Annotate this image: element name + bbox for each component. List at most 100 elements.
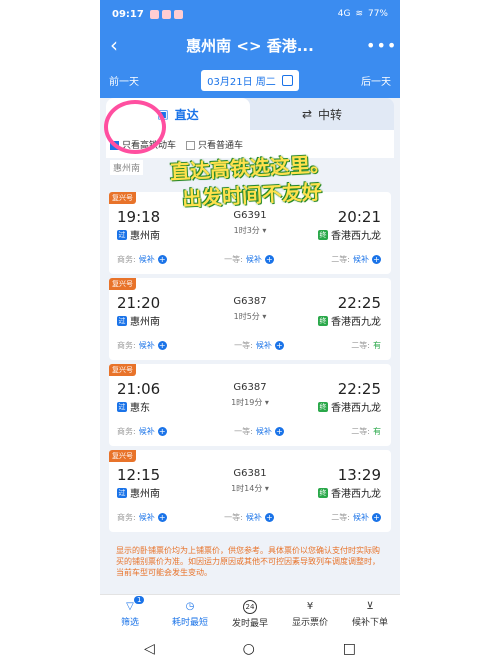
seat-row: 商务: 候补 + 一等: 候补 + 二等: 候补 + [117,512,381,523]
arrival-station: 终香港西九龙 [318,399,381,414]
seat-row: 商务: 候补 + 一等: 候补 + 二等: 有 [117,340,381,351]
seat-label: 商务: [117,341,136,350]
seat-first[interactable]: 一等: 候补 + [224,512,274,523]
seat-value: 有 [372,427,381,436]
notification-icon [161,9,171,19]
nav-filter[interactable]: 1 ▽ 筛选 [100,595,160,633]
add-icon: + [157,341,167,350]
arrival-station-name: 香港西九龙 [331,489,381,500]
tab-transfer-label: 中转 [318,107,343,122]
pass-tag: 过 [117,401,127,412]
calendar-icon [281,74,293,86]
seat-label: 商务: [117,513,136,522]
seat-label: 一等: [224,255,243,264]
departure-station: 过惠州南 [117,313,160,328]
seat-row: 商务: 候补 + 一等: 候补 + 二等: 有 [117,426,381,437]
fuxing-badge: 复兴号 [109,450,136,462]
nav-price[interactable]: ¥ 显示票价 [280,595,340,633]
date-picker[interactable]: 03月21日 周二 [201,69,299,91]
signal-indicator: 4G [337,9,351,19]
seat-label: 一等: [234,341,253,350]
seat-second[interactable]: 二等: 有 [351,426,381,437]
add-icon: + [274,427,284,436]
seat-value: 候补 [255,341,272,350]
nav-earliest[interactable]: 24 发时最早 [220,595,280,633]
departure-station: 过惠东 [117,399,150,414]
seat-value: 候补 [245,255,262,264]
terminal-tag: 终 [318,229,328,240]
terminal-tag: 终 [318,487,328,498]
notification-icon [173,9,183,19]
seat-second[interactable]: 二等: 有 [351,340,381,351]
seat-second[interactable]: 二等: 候补 + [331,254,381,265]
seat-label: 商务: [117,255,136,264]
arrival-time: 13:29 [337,466,381,484]
arrival-station-name: 香港西九龙 [331,403,381,414]
back-icon[interactable]: ‹ [110,33,134,57]
seat-value: 候补 [138,255,155,264]
prev-day-button[interactable]: 前一天 [109,73,139,88]
title-bar: ‹ 惠州南 <> 香港... ••• [100,28,400,62]
seat-value: 候补 [138,427,155,436]
nav-price-label: 显示票价 [291,618,328,628]
seat-label: 一等: [234,427,253,436]
wifi-icon: ≋ [355,9,363,19]
train-card[interactable]: 复兴号 12:15 G6381 1时14分 ▾ 13:29 过惠州南 终香港西九… [109,450,391,532]
add-icon: + [264,513,274,522]
seat-business[interactable]: 商务: 候补 + [117,340,167,351]
seat-first[interactable]: 一等: 候补 + [224,254,274,265]
nav-filter-label: 筛选 [120,618,139,628]
seat-label: 一等: [224,513,243,522]
system-nav: ◁ ○ □ [100,632,400,666]
train-card[interactable]: 复兴号 21:06 G6387 1时19分 ▾ 22:25 过惠东 终香港西九龙… [109,364,391,446]
filter-putong[interactable]: 只看普通车 [186,138,243,151]
seat-second[interactable]: 二等: 候补 + [331,512,381,523]
terminal-tag: 终 [318,315,328,326]
seat-row: 商务: 候补 + 一等: 候补 + 二等: 候补 + [117,254,381,265]
train-card[interactable]: 复兴号 21:20 G6387 1时5分 ▾ 22:25 过惠州南 终香港西九龙… [109,278,391,360]
tab-transfer[interactable]: ⇄ 中转 [250,98,394,130]
arrival-time: 22:25 [337,380,381,398]
clock-24-icon: 24 [243,599,257,614]
next-day-button[interactable]: 后一天 [361,73,391,88]
page-title: 惠州南 <> 香港... [186,36,314,55]
filter-count-badge: 1 [134,596,145,604]
departure-station-name: 惠州南 [130,317,160,328]
seat-label: 二等: [331,255,350,264]
pass-tag: 过 [117,229,127,240]
arrival-station: 终香港西九龙 [318,313,381,328]
add-icon: + [274,341,284,350]
seat-business[interactable]: 商务: 候补 + [117,426,167,437]
seat-business[interactable]: 商务: 候补 + [117,512,167,523]
arrival-station: 终香港西九龙 [318,227,381,242]
status-bar: 09:17 4G ≋ 77% [100,0,400,28]
nav-waitlist[interactable]: ⊻ 候补下单 [340,595,400,633]
departure-station-name: 惠州南 [130,489,160,500]
fuxing-badge: 复兴号 [109,192,136,204]
fuxing-badge: 复兴号 [109,278,136,290]
seat-first[interactable]: 一等: 候补 + [234,340,284,351]
add-icon: + [157,427,167,436]
tab-direct-label: 直达 [174,107,199,122]
seat-value: 候补 [352,513,369,522]
status-time: 09:17 [112,8,144,20]
pass-tag: 过 [117,315,127,326]
arrival-time: 22:25 [337,294,381,312]
seat-first[interactable]: 一等: 候补 + [234,426,284,437]
add-icon: + [157,255,167,264]
system-home-icon[interactable]: ○ [243,641,255,657]
terminal-tag: 终 [318,401,328,412]
date-bar: 前一天 03月21日 周二 后一天 [100,62,400,98]
departure-station-name: 惠东 [130,403,150,414]
add-icon: + [264,255,274,264]
status-right: 4G ≋ 77% [338,9,388,19]
add-icon: + [371,513,381,522]
station-chip[interactable]: 惠州南 [110,160,144,175]
nav-shortest[interactable]: ◷ 耗时最短 [160,595,220,633]
more-icon[interactable]: ••• [366,36,396,55]
pass-tag: 过 [117,487,127,498]
seat-business[interactable]: 商务: 候补 + [117,254,167,265]
nav-waitlist-label: 候补下单 [351,618,388,628]
system-recents-icon[interactable]: □ [343,641,356,657]
system-back-icon[interactable]: ◁ [144,641,155,657]
